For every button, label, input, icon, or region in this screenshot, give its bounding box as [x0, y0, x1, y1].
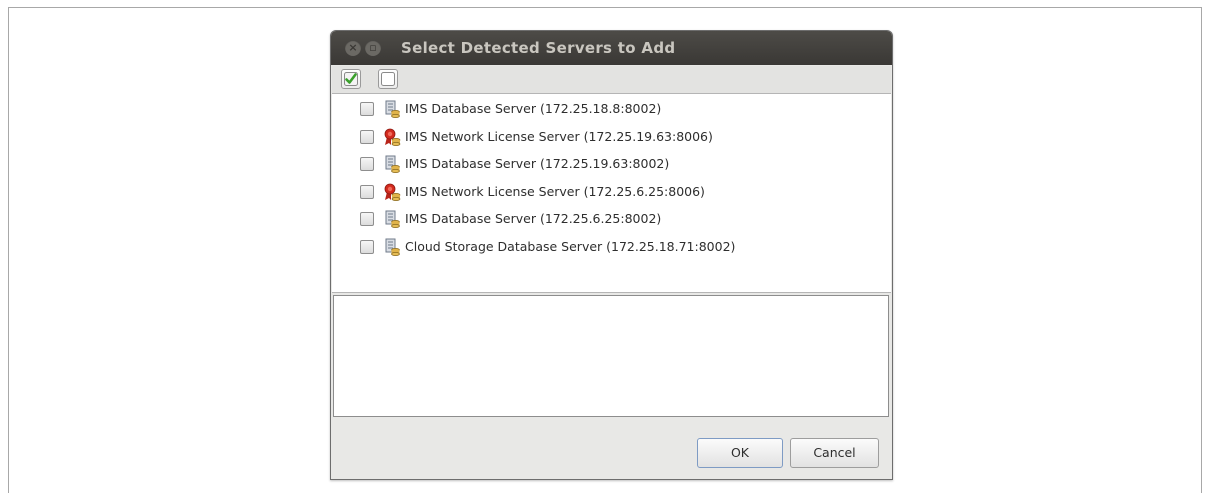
server-label: Cloud Storage Database Server (172.25.18…: [405, 238, 736, 254]
server-checkbox[interactable]: [360, 129, 374, 144]
database-server-icon: [383, 100, 401, 118]
detected-servers-list: IMS Database Server (172.25.18.8:8002) IM…: [332, 93, 891, 293]
server-details-panel: [333, 295, 889, 417]
select-none-button[interactable]: [378, 69, 398, 89]
database-server-icon: [383, 210, 401, 228]
close-icon: ×: [348, 41, 358, 54]
server-label: IMS Database Server (172.25.18.8:8002): [405, 101, 662, 116]
server-label: IMS Network License Server (172.25.19.63…: [405, 128, 713, 144]
select-servers-dialog: × ▫ Select Detected Servers to Add IMS D…: [330, 30, 893, 480]
server-label: IMS Network License Server (172.25.6.25:…: [405, 183, 705, 199]
dialog-titlebar: × ▫ Select Detected Servers to Add: [331, 31, 892, 65]
maximize-window-button[interactable]: ▫: [365, 40, 381, 56]
server-checkbox[interactable]: [360, 157, 374, 171]
select-all-button[interactable]: [341, 69, 361, 89]
server-checkbox[interactable]: [360, 212, 374, 226]
uncheck-all-icon: [381, 72, 395, 86]
close-window-button[interactable]: ×: [345, 40, 361, 56]
server-label: IMS Database Server (172.25.19.63:8002): [405, 156, 670, 171]
database-server-icon: [383, 155, 401, 173]
dialog-title: Select Detected Servers to Add: [401, 39, 676, 57]
maximize-icon: ▫: [369, 41, 377, 54]
license-server-icon: [383, 183, 401, 201]
server-checkbox[interactable]: [360, 239, 374, 254]
check-all-icon: [344, 72, 358, 86]
server-checkbox[interactable]: [360, 184, 374, 199]
server-checkbox[interactable]: [360, 102, 374, 116]
selection-toolbar: [332, 66, 891, 93]
license-server-icon: [383, 128, 401, 146]
ok-button[interactable]: OK: [697, 438, 783, 468]
database-server-icon: [383, 238, 401, 256]
cancel-button[interactable]: Cancel: [790, 438, 879, 468]
server-label: IMS Database Server (172.25.6.25:8002): [405, 211, 662, 226]
